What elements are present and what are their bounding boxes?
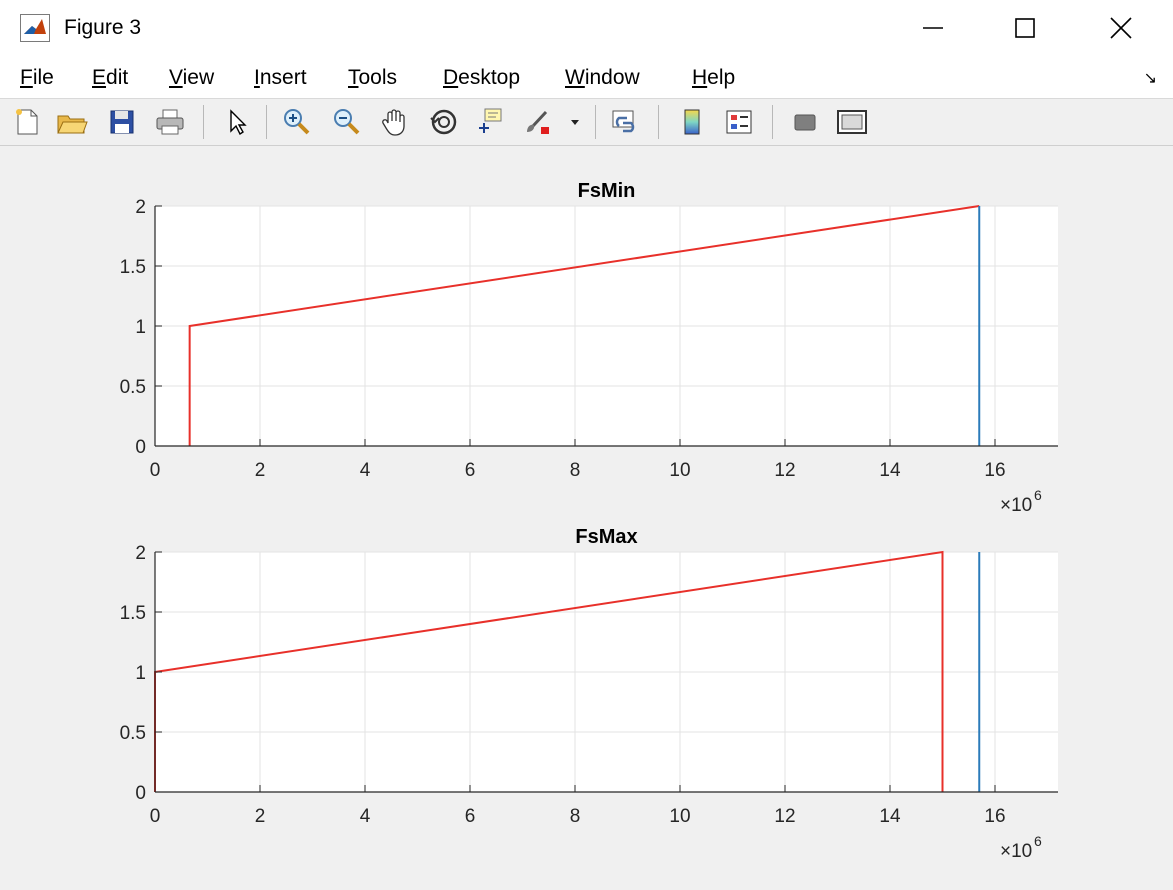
new-figure-icon xyxy=(16,109,38,135)
minimize-button[interactable] xyxy=(898,8,968,48)
zoom-out-icon xyxy=(334,109,360,135)
legend-icon xyxy=(726,110,752,134)
menu-desktop[interactable]: Desktop xyxy=(443,66,520,90)
rotate-3d-icon xyxy=(430,109,457,135)
pointer-button[interactable] xyxy=(220,105,254,139)
print-icon xyxy=(156,109,184,135)
menu-file[interactable]: File xyxy=(20,66,54,90)
close-icon xyxy=(1110,17,1132,39)
window-title: Figure 3 xyxy=(64,16,142,39)
y-tick-label: 0 xyxy=(135,437,146,458)
x-tick-label: 8 xyxy=(570,806,581,827)
data-cursor-icon xyxy=(479,108,502,133)
x-tick-label: 2 xyxy=(255,460,266,481)
link-plot-button[interactable] xyxy=(608,105,642,139)
brush-dropdown-icon xyxy=(571,120,579,125)
menu-bar: File Edit View Insert Tools Desktop Wind… xyxy=(0,56,1173,99)
open-file-icon xyxy=(57,115,88,134)
y-tick-label: 0 xyxy=(135,783,146,804)
hide-plot-tools-button[interactable] xyxy=(788,105,822,139)
x-tick-label: 10 xyxy=(669,806,690,827)
save-icon xyxy=(110,110,134,134)
pan-button[interactable] xyxy=(378,105,412,139)
x-tick-label: 8 xyxy=(570,460,581,481)
maximize-button[interactable] xyxy=(990,8,1060,48)
x-tick-label: 10 xyxy=(669,460,690,481)
dock-figure-icon[interactable]: ↘ xyxy=(1144,68,1157,88)
print-button[interactable] xyxy=(153,105,187,139)
x-tick-label: 14 xyxy=(879,806,901,827)
link-plot-icon xyxy=(612,110,635,133)
menu-edit[interactable]: Edit xyxy=(92,66,128,90)
x-tick-label: 14 xyxy=(879,460,901,481)
menu-help[interactable]: Help xyxy=(692,66,735,90)
rotate-3d-button[interactable] xyxy=(427,105,461,139)
toolbar-separator xyxy=(203,105,204,139)
y-tick-label: 1.5 xyxy=(120,603,146,624)
show-plot-tools-icon xyxy=(837,110,867,134)
menu-view[interactable]: View xyxy=(169,66,214,90)
title-bar: Figure 3 xyxy=(0,0,1173,56)
toolbar-separator xyxy=(266,105,267,139)
menu-window[interactable]: Window xyxy=(565,66,640,90)
y-tick-label: 0.5 xyxy=(120,723,146,744)
plot-title: FsMax xyxy=(575,526,637,548)
y-tick-label: 1.5 xyxy=(120,257,146,278)
y-tick-label: 0.5 xyxy=(120,377,146,398)
plots-svg: 0 2 4 6 8 10 12 14 1600.511.52FsMin×10 60 2 4 6 8 10 12… xyxy=(120,180,1058,862)
maximize-icon xyxy=(1015,18,1035,38)
matlab-icon xyxy=(20,14,50,42)
x-tick-label: 12 xyxy=(774,460,795,481)
x-exponent-label: ×10 xyxy=(1000,495,1032,516)
x-tick-label: 6 xyxy=(465,460,476,481)
figure-canvas: 0 2 4 6 8 10 12 14 16 0 0.5 1 1.5 2 FsMin ×10 6 0 2 4 6 8 10 12… xyxy=(0,146,1173,885)
x-tick-label: 12 xyxy=(774,806,795,827)
save-button[interactable] xyxy=(105,105,139,139)
pointer-icon xyxy=(230,109,247,136)
zoom-in-icon xyxy=(284,109,310,135)
show-plot-tools-button[interactable] xyxy=(835,105,869,139)
y-tick-label: 2 xyxy=(135,543,146,564)
x-tick-label: 0 xyxy=(150,460,161,481)
x-tick-label: 2 xyxy=(255,806,266,827)
plot-title: FsMin xyxy=(578,180,636,202)
colorbar-button[interactable] xyxy=(675,105,709,139)
zoom-out-button[interactable] xyxy=(330,105,364,139)
y-tick-label: 1 xyxy=(135,317,146,338)
brush-dropdown-button[interactable] xyxy=(563,105,587,139)
menu-tools[interactable]: Tools xyxy=(348,66,397,90)
toolbar-separator xyxy=(658,105,659,139)
open-file-button[interactable] xyxy=(55,105,89,139)
toolbar-separator xyxy=(772,105,773,139)
minimize-icon xyxy=(923,27,943,29)
new-figure-button[interactable] xyxy=(10,105,44,139)
y-tick-label: 1 xyxy=(135,663,146,684)
zoom-in-button[interactable] xyxy=(280,105,314,139)
x-tick-label: 4 xyxy=(360,806,371,827)
x-exponent-power: 6 xyxy=(1034,833,1042,849)
x-tick-label: 6 xyxy=(465,806,476,827)
brush-button[interactable] xyxy=(520,105,554,139)
y-tick-label: 2 xyxy=(135,197,146,218)
figure-toolbar xyxy=(0,99,1173,146)
x-tick-label: 16 xyxy=(984,460,1005,481)
hide-plot-tools-icon xyxy=(794,114,816,131)
x-tick-label: 0 xyxy=(150,806,161,827)
pan-hand-icon xyxy=(382,109,405,136)
toolbar-separator xyxy=(595,105,596,139)
data-cursor-button[interactable] xyxy=(474,105,508,139)
x-exponent-power: 6 xyxy=(1034,487,1042,503)
brush-icon xyxy=(527,110,549,134)
x-tick-label: 16 xyxy=(984,806,1005,827)
close-button[interactable] xyxy=(1086,8,1156,48)
legend-button[interactable] xyxy=(722,105,756,139)
x-exponent-label: ×10 xyxy=(1000,841,1032,862)
colorbar-icon xyxy=(684,109,700,135)
x-tick-label: 4 xyxy=(360,460,371,481)
menu-insert[interactable]: Insert xyxy=(254,66,307,90)
